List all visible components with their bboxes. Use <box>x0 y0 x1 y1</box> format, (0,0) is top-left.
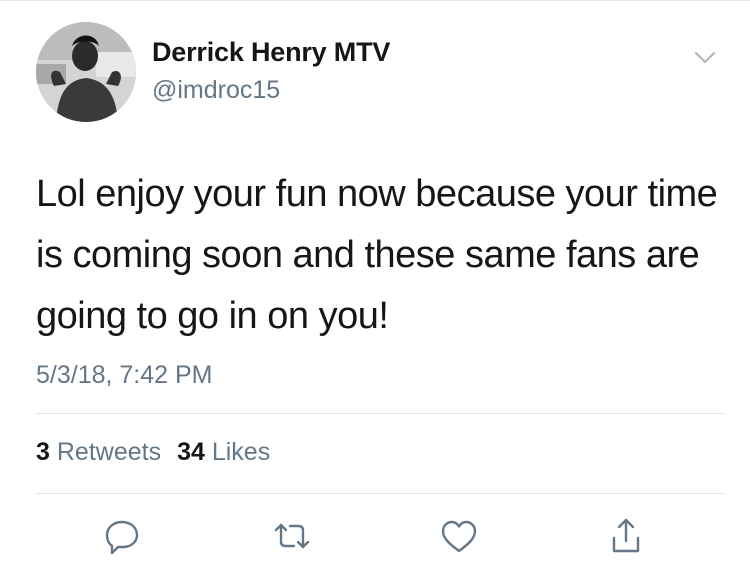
tweet-text: Lol enjoy your fun now because your time… <box>36 173 718 337</box>
chevron-down-icon[interactable] <box>692 48 718 68</box>
share-button[interactable] <box>604 514 648 558</box>
like-button[interactable] <box>437 514 481 558</box>
divider <box>36 493 726 494</box>
share-icon <box>612 518 640 553</box>
retweets-stat[interactable]: 3 Retweets <box>36 438 161 467</box>
retweet-icon <box>274 523 310 549</box>
top-divider <box>0 0 750 1</box>
author-handle[interactable]: @imdroc15 <box>152 76 280 105</box>
retweet-button[interactable] <box>270 514 314 558</box>
retweets-count: 3 <box>36 438 50 466</box>
likes-count: 34 <box>177 438 205 466</box>
tweet-stats: 3 Retweets 34 Likes <box>36 438 270 467</box>
reply-button[interactable] <box>100 514 144 558</box>
author-display-name[interactable]: Derrick Henry MTV <box>152 37 390 68</box>
tweet-timestamp[interactable]: 5/3/18, 7:42 PM <box>36 361 213 390</box>
reply-icon <box>105 520 139 555</box>
avatar[interactable] <box>36 22 136 122</box>
retweets-label: Retweets <box>56 438 162 466</box>
likes-stat[interactable]: 34 Likes <box>177 438 270 467</box>
divider <box>36 413 726 414</box>
likes-label: Likes <box>211 438 271 466</box>
heart-icon <box>441 520 477 553</box>
